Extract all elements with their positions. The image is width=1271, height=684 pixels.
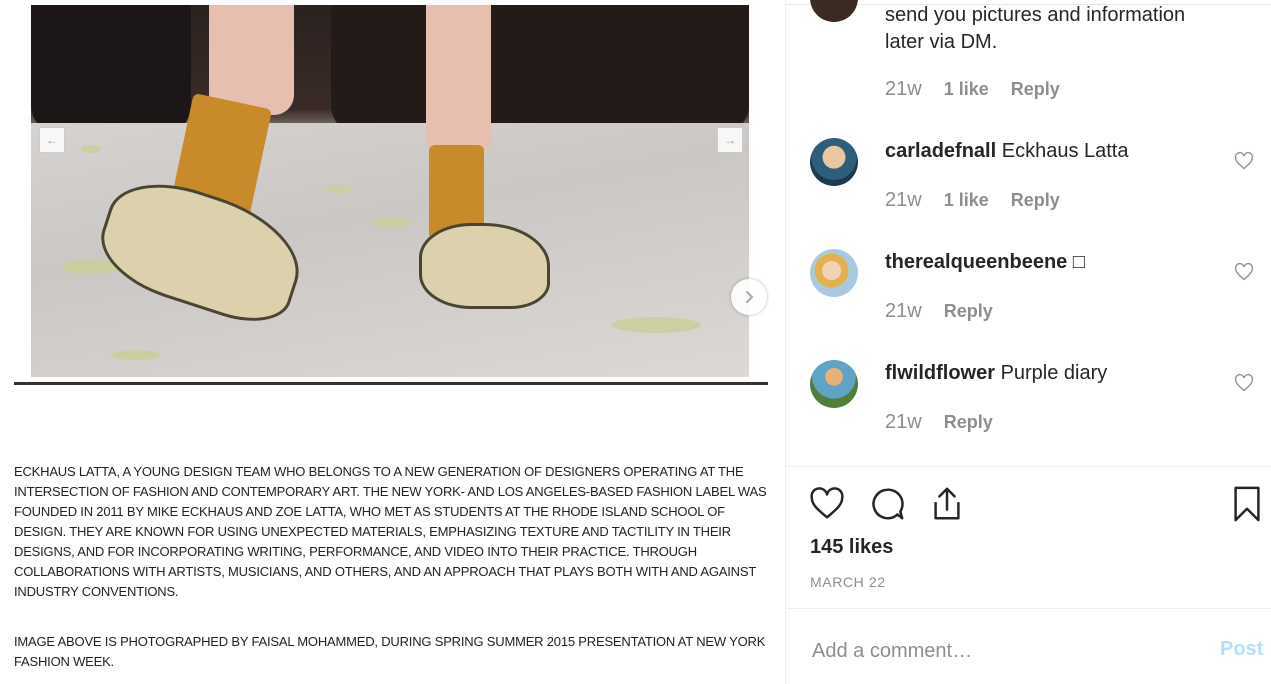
post-media-column: ← → ECKHAUS LATTA, A YOUNG DESIGN TEAM W… (0, 0, 786, 684)
avatar[interactable] (810, 360, 858, 408)
image-next-arrow-icon: → (717, 127, 743, 153)
reply-button[interactable]: Reply (1011, 190, 1060, 211)
reply-button[interactable]: Reply (944, 301, 993, 322)
comment-text: carladefnall Eckhaus Latta (885, 138, 1128, 165)
comment-box-divider (786, 608, 1271, 609)
add-comment-input[interactable] (810, 634, 1204, 668)
comment-like-heart-icon[interactable] (1234, 262, 1254, 282)
comment-like-heart-icon[interactable] (1234, 151, 1254, 171)
bookmark-icon[interactable] (1228, 485, 1266, 523)
comment-body: □ (1072, 251, 1085, 273)
comment-body: Eckhaus Latta (1001, 140, 1129, 162)
comment-time[interactable]: 21w (885, 189, 922, 212)
comment-body: send you pictures and information later … (885, 4, 1186, 53)
comment-meta: 21w Reply (885, 300, 993, 323)
image-prev-arrow-icon: ← (39, 127, 65, 153)
chevron-right-icon (746, 291, 754, 303)
post-button[interactable]: Post (1220, 638, 1263, 661)
comment-likes[interactable]: 1 like (944, 79, 989, 100)
comment-time[interactable]: 21w (885, 300, 922, 323)
comment-meta: 21w Reply (885, 411, 993, 434)
comment-username[interactable]: flwildflower (885, 362, 995, 384)
actions-divider (786, 466, 1271, 467)
comment-time[interactable]: 21w (885, 78, 922, 101)
comment-time[interactable]: 21w (885, 411, 922, 434)
heart-icon[interactable] (808, 485, 846, 523)
share-icon[interactable] (928, 485, 966, 523)
comment-text: flwildflower Purple diary (885, 360, 1107, 387)
comments-panel: send you pictures and information later … (785, 0, 1271, 684)
avatar[interactable] (810, 249, 858, 297)
caption-paragraph: IMAGE ABOVE IS PHOTOGRAPHED BY FAISAL MO… (14, 634, 766, 669)
reply-button[interactable]: Reply (944, 412, 993, 433)
post-photo: ← → (31, 5, 749, 377)
comment-text: send you pictures and information later … (885, 2, 1215, 56)
comment-username[interactable]: carladefnall (885, 140, 996, 162)
comment-meta: 21w 1 like Reply (885, 189, 1060, 212)
comment-text: therealqueenbeene □ (885, 249, 1085, 276)
likes-count[interactable]: 145 likes (810, 536, 893, 559)
post-caption: ECKHAUS LATTA, A YOUNG DESIGN TEAM WHO B… (14, 462, 774, 684)
comment-like-heart-icon[interactable] (1234, 373, 1254, 393)
avatar[interactable] (810, 138, 858, 186)
comment-username[interactable]: therealqueenbeene (885, 251, 1067, 273)
post-date[interactable]: MARCH 22 (810, 574, 886, 590)
reply-button[interactable]: Reply (1011, 79, 1060, 100)
avatar[interactable] (810, 0, 858, 22)
carousel-next-button[interactable] (731, 279, 767, 315)
comment-body: Purple diary (1000, 362, 1108, 384)
caption-divider (14, 382, 768, 385)
comment-meta: 21w 1 like Reply (885, 78, 1060, 101)
comment-icon[interactable] (868, 485, 906, 523)
comment-likes[interactable]: 1 like (944, 190, 989, 211)
caption-paragraph: ECKHAUS LATTA, A YOUNG DESIGN TEAM WHO B… (14, 464, 767, 599)
